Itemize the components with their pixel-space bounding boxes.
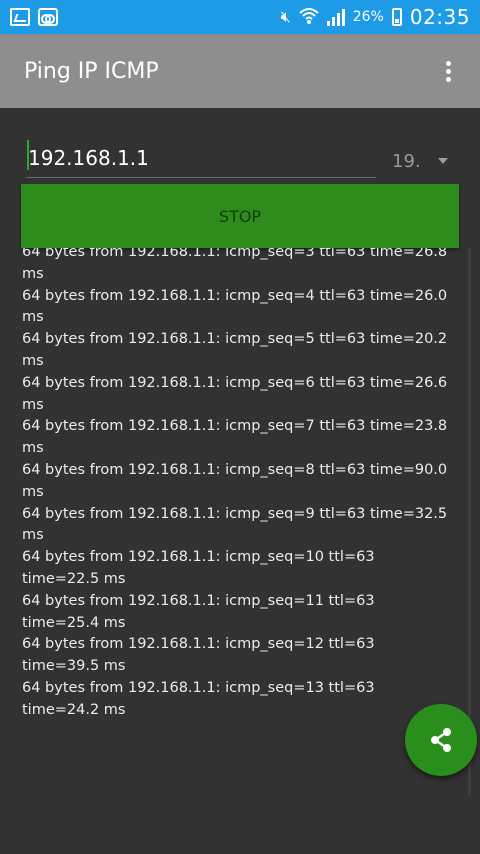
ip-address-input[interactable] [26, 138, 376, 178]
status-system: 🔇︎ 26% 02:35 [281, 5, 470, 29]
log-line: ms [22, 440, 44, 457]
log-line: ms [22, 483, 44, 500]
mute-icon: 🔇︎ [280, 7, 291, 26]
image-icon [10, 8, 30, 26]
stop-button[interactable]: STOP [21, 184, 459, 248]
log-lines: 64 bytes from 192.168.1.1: icmp_seq=3 tt… [22, 248, 462, 722]
log-line: 64 bytes from 192.168.1.1: icmp_seq=12 t… [22, 636, 375, 653]
log-line: 64 bytes from 192.168.1.1: icmp_seq=8 tt… [22, 461, 448, 478]
status-bar: 🔇︎ 26% 02:35 [0, 0, 480, 34]
dropdown-arrow-icon [438, 158, 448, 164]
log-line: 64 bytes from 192.168.1.1: icmp_seq=5 tt… [22, 331, 448, 348]
log-line: time=25.4 ms [22, 614, 126, 631]
log-scrollbar[interactable] [468, 248, 471, 796]
log-line: 64 bytes from 192.168.1.1: icmp_seq=11 t… [22, 592, 375, 609]
log-line: ms [22, 396, 44, 413]
ping-output-log[interactable]: 64 bytes from 192.168.1.1: icmp_seq=3 tt… [22, 248, 462, 848]
log-line: 64 bytes from 192.168.1.1: icmp_seq=9 tt… [22, 505, 448, 522]
voicemail-icon [38, 8, 58, 26]
battery-icon [391, 8, 402, 26]
overflow-menu-icon[interactable] [440, 60, 456, 82]
log-line: 64 bytes from 192.168.1.1: icmp_seq=7 tt… [22, 418, 448, 435]
log-line: 64 bytes from 192.168.1.1: icmp_seq=4 tt… [22, 287, 448, 304]
ping-count-value: 19. [392, 150, 421, 172]
ping-count-dropdown[interactable]: 19. [392, 146, 456, 176]
log-line: 64 bytes from 192.168.1.1: icmp_seq=10 t… [22, 549, 375, 566]
signal-icon [326, 8, 345, 26]
log-line: 64 bytes from 192.168.1.1: icmp_seq=3 tt… [22, 248, 448, 260]
log-line: 64 bytes from 192.168.1.1: icmp_seq=6 tt… [22, 374, 448, 391]
log-line: ms [22, 352, 44, 369]
log-line: ms [22, 265, 44, 282]
share-icon [431, 728, 451, 752]
log-line: 64 bytes from 192.168.1.1: icmp_seq=13 t… [22, 679, 375, 696]
share-button[interactable] [405, 704, 477, 776]
log-line: time=22.5 ms [22, 570, 126, 587]
app-title: Ping IP ICMP [24, 58, 159, 84]
text-cursor [27, 140, 29, 170]
log-line: time=39.5 ms [22, 658, 126, 675]
status-notifications [10, 8, 58, 26]
log-line: ms [22, 527, 44, 544]
status-time: 02:35 [409, 5, 470, 29]
log-line: time=24.2 ms [22, 701, 126, 718]
app-bar: Ping IP ICMP [0, 34, 480, 108]
log-line: ms [22, 309, 44, 326]
battery-percentage: 26% [352, 9, 384, 25]
wifi-icon [299, 7, 319, 28]
